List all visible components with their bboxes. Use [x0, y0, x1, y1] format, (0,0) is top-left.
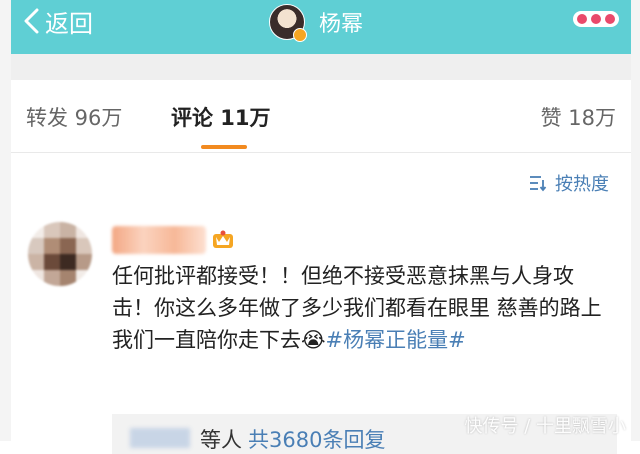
top-navbar: 返回 杨幂 [11, 0, 631, 54]
chevron-left-icon [24, 8, 39, 34]
back-button[interactable]: 返回 [23, 6, 93, 38]
page-title: 杨幂 [319, 12, 364, 37]
weibo-comment-page: 返回 杨幂 转发 96万 评论 11万 赞 18万 按热度 任何批评都接受！！但… [11, 0, 631, 454]
profile-title[interactable]: 杨幂 [269, 4, 364, 42]
tab-comment[interactable]: 评论 11万 [171, 102, 271, 132]
replies-prefix: 等人 [200, 428, 242, 452]
hashtag-link[interactable]: #杨幂正能量# [326, 328, 466, 352]
watermark: 快传号 / 十里飘雪小 [464, 416, 626, 437]
tab-like[interactable]: 赞 18万 [541, 102, 616, 132]
avatar [269, 4, 307, 42]
crown-icon [213, 230, 233, 248]
sort-label: 按热度 [555, 174, 609, 195]
active-tab-indicator [201, 145, 247, 149]
back-label: 返回 [45, 9, 93, 38]
sort-icon [530, 176, 547, 192]
commenter-avatar[interactable] [28, 222, 92, 286]
right-margin [631, 0, 640, 441]
comment-body: 任何批评都接受！！但绝不接受恶意抹黑与人身攻击！你这么多年做了多少我们都看在眼里… [112, 260, 607, 356]
tab-repost[interactable]: 转发 96万 [26, 102, 122, 132]
commenter-name-redacted[interactable] [112, 226, 206, 254]
dot-icon [605, 14, 615, 24]
more-options-button[interactable] [573, 11, 619, 27]
replies-count-link[interactable]: 共3680条回复 [248, 428, 385, 452]
dot-icon [591, 14, 601, 24]
verified-badge-icon [293, 28, 307, 42]
tab-bar: 转发 96万 评论 11万 赞 18万 [11, 80, 631, 153]
sort-by-hot-button[interactable]: 按热度 [529, 170, 609, 196]
replier-name-redacted [130, 428, 190, 448]
left-margin [0, 0, 11, 441]
replies-summary: 等人 共3680条回复 [200, 424, 385, 454]
section-divider [11, 54, 631, 80]
dot-icon [577, 14, 587, 24]
